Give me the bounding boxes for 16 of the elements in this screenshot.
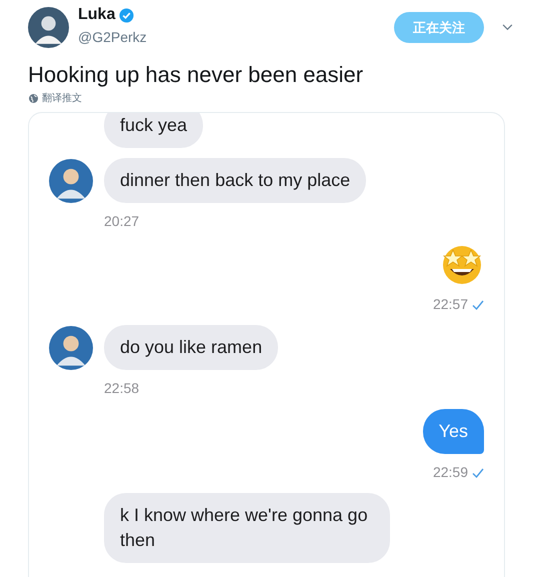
translate-link[interactable]: 翻译推文 [42, 91, 82, 106]
message-time: 22:58 [104, 379, 140, 398]
author-handle: @G2Perkz [78, 28, 147, 47]
chevron-down-icon[interactable] [502, 24, 513, 31]
message-time: 22:59 [432, 463, 468, 482]
sent-message: Yes [422, 409, 484, 454]
received-message: fuck yea [104, 113, 204, 148]
received-message: k I know where we're gonna go then [104, 493, 390, 563]
received-message: do you like ramen [104, 325, 278, 370]
received-message: dinner then back to my place [104, 158, 366, 203]
message-time: 20:27 [104, 212, 140, 231]
avatar [28, 7, 69, 48]
message-time: 22:57 [432, 295, 468, 314]
tweet-text: Hooking up has never been easier [27, 61, 364, 89]
author-name[interactable]: Luka [78, 3, 116, 27]
globe-icon [29, 94, 38, 103]
